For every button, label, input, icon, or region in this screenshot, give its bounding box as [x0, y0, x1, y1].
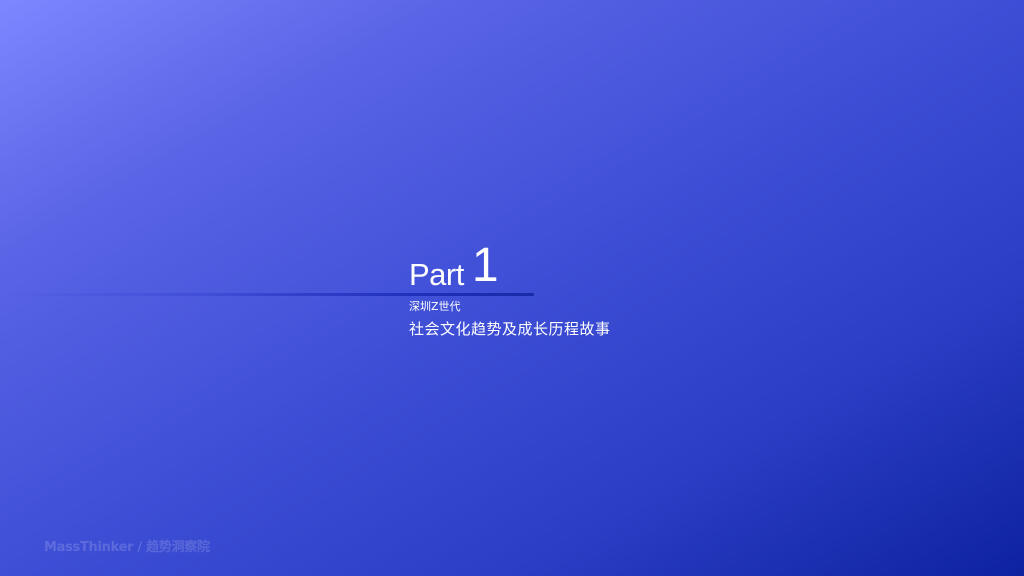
- divider-line: [0, 293, 534, 296]
- brand-watermark: MassThinker / 趋势洞察院: [44, 540, 210, 555]
- slide: Part 1 深圳Z世代 社会文化趋势及成长历程故事 MassThinker /…: [0, 0, 1024, 576]
- section-title: 社会文化趋势及成长历程故事: [409, 320, 611, 338]
- part-heading: Part 1: [409, 240, 499, 292]
- section-subtitle: 深圳Z世代: [409, 300, 461, 313]
- part-label: Part: [409, 257, 464, 292]
- part-number: 1: [471, 239, 499, 292]
